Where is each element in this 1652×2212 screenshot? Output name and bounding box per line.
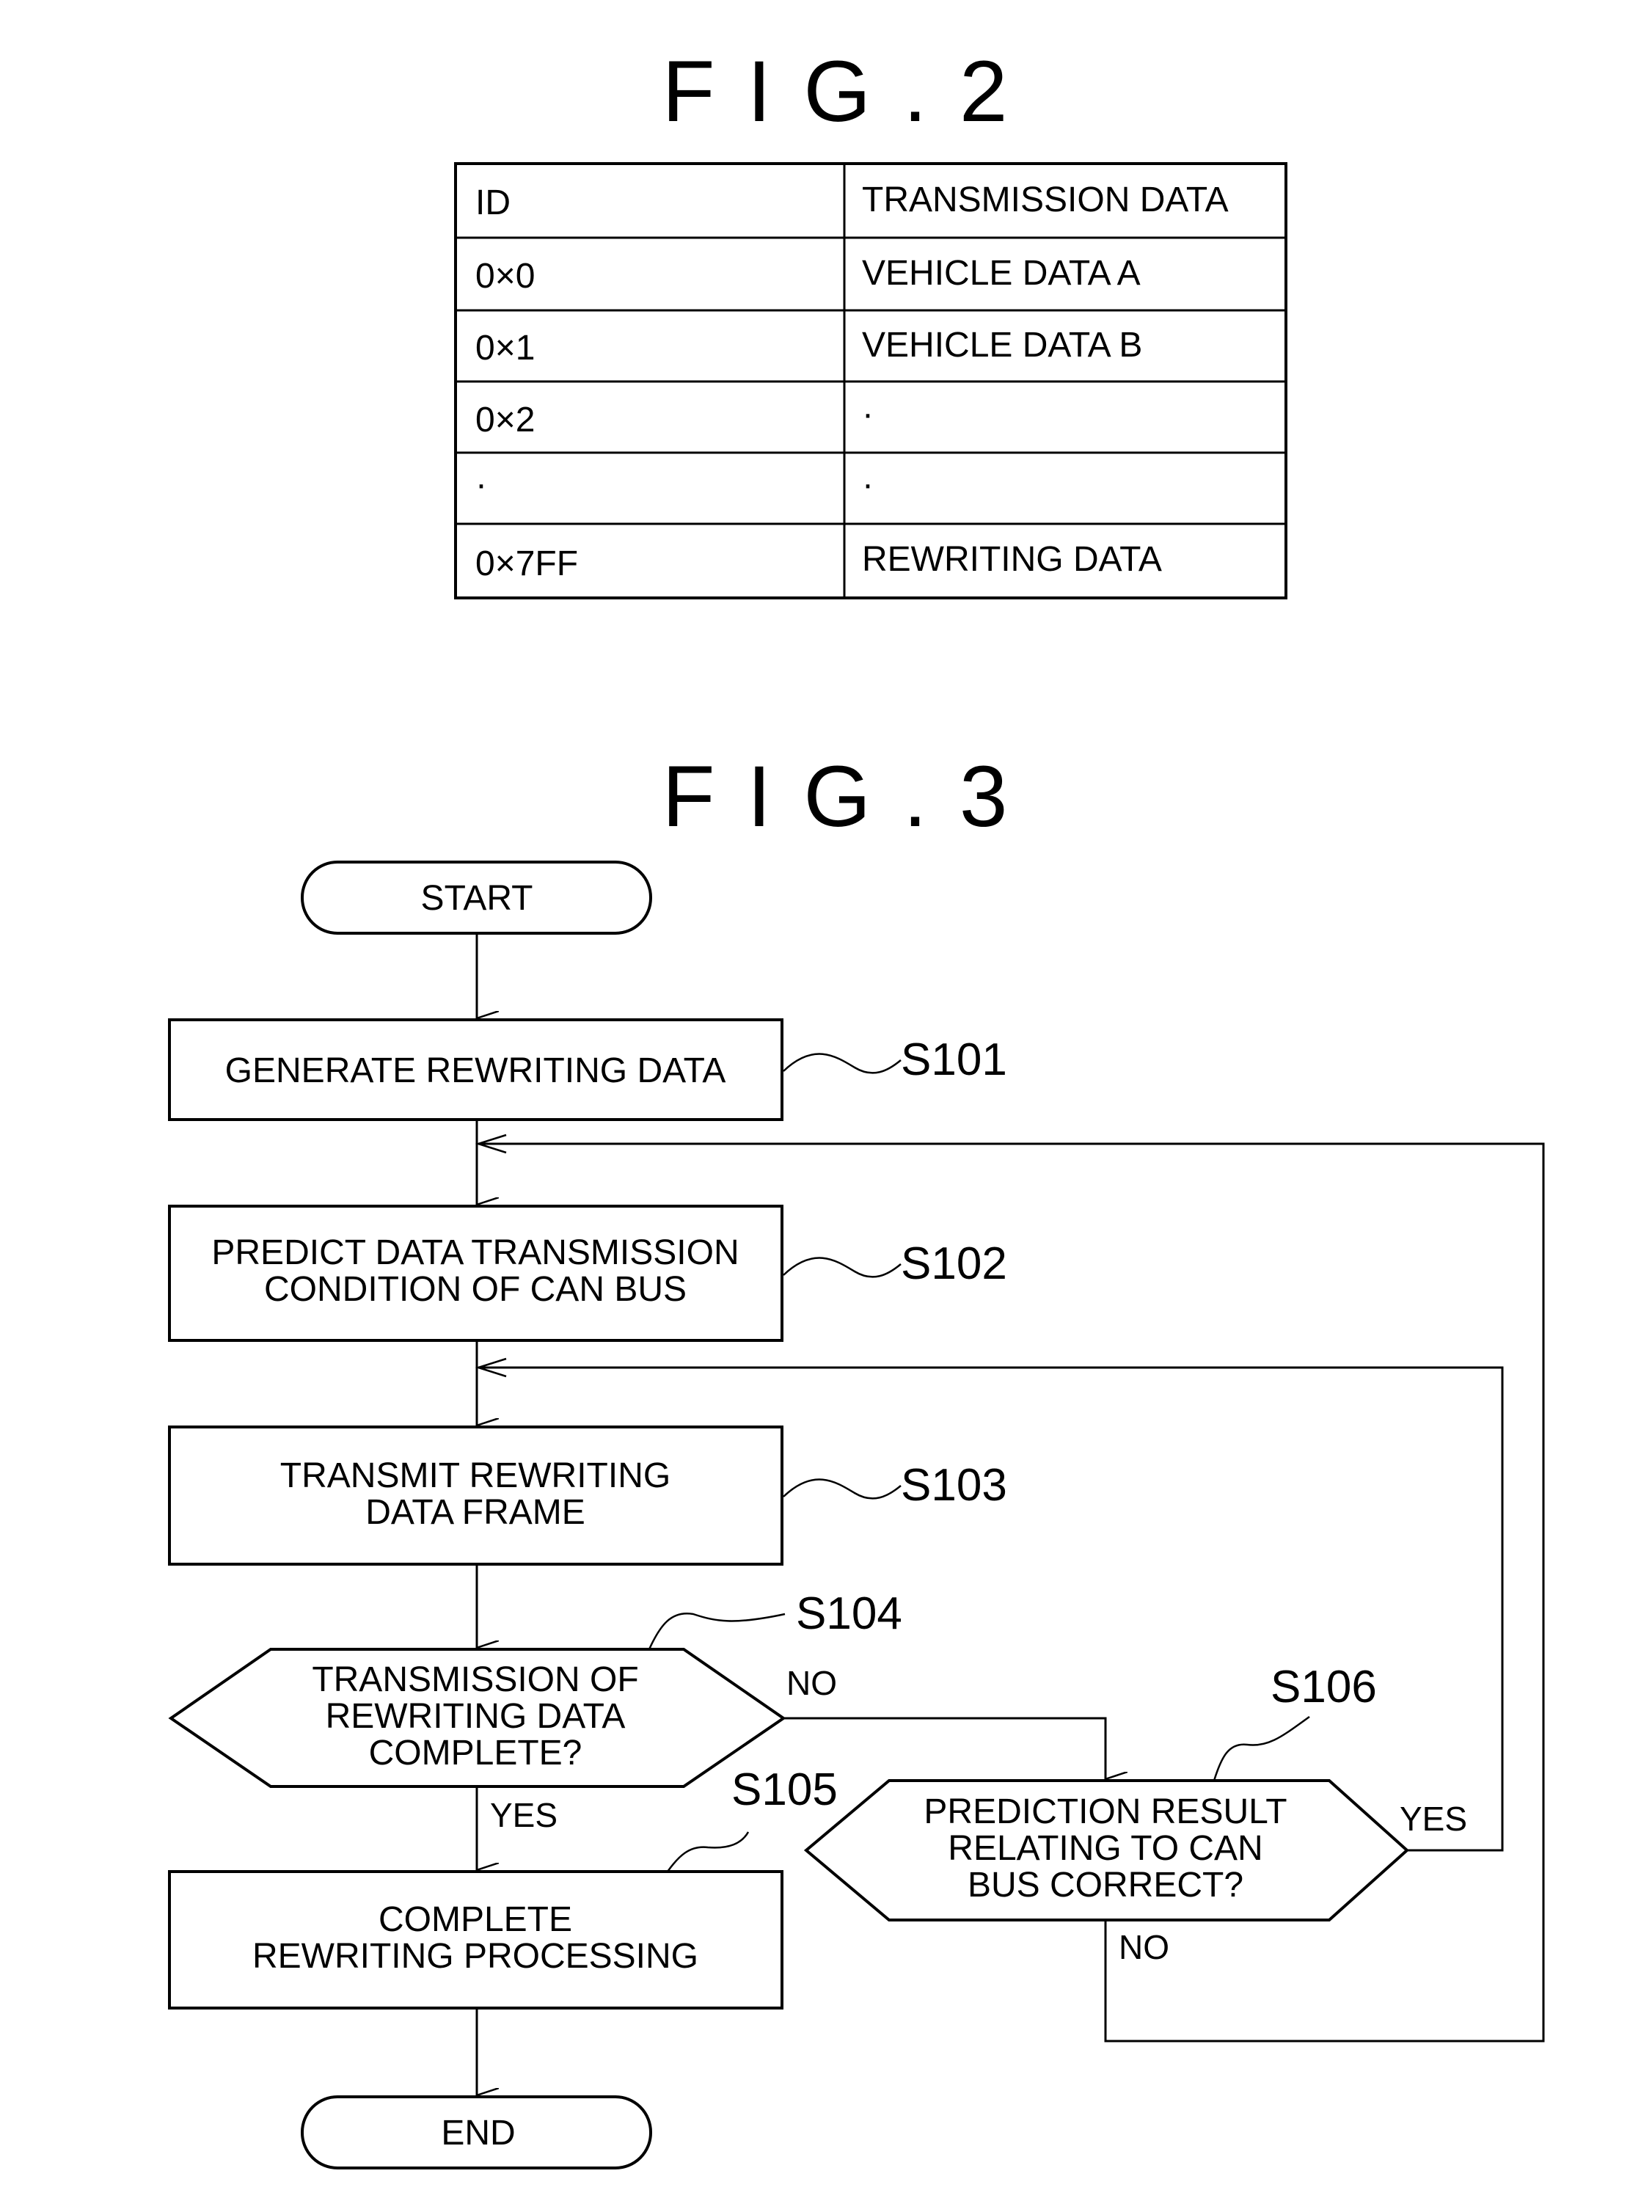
- fig2-title: FIG.2: [662, 43, 1039, 140]
- s102-leader: [783, 1257, 902, 1278]
- s106-text-line1: PREDICTION RESULT: [924, 1792, 1287, 1831]
- s104-leader: [648, 1612, 786, 1650]
- fig2-table: ID TRANSMISSION DATA 0×0 VEHICLE DATA A …: [454, 162, 1287, 599]
- step-s105: COMPLETE REWRITING PROCESSING: [168, 1870, 783, 2010]
- decision-s106: PREDICTION RESULT RELATING TO CAN BUS CO…: [803, 1779, 1409, 1921]
- end-terminator: END: [301, 2095, 652, 2169]
- s104-text-line2: REWRITING DATA: [326, 1697, 626, 1736]
- s106-step-id: S106: [1271, 1662, 1377, 1712]
- s101-step-id: S101: [901, 1034, 1007, 1085]
- s104-step-id: S104: [796, 1588, 902, 1639]
- s103-text-line1: TRANSMIT REWRITING: [280, 1456, 670, 1495]
- s106-no-label: NO: [1119, 1928, 1169, 1966]
- patent-drawing-sheet: FIG.2 ID TRANSMISSION DATA 0×0 VEHICLE D…: [168, 43, 1545, 2169]
- s104-no-label: NO: [786, 1664, 837, 1702]
- step-s102: PREDICT DATA TRANSMISSION CONDITION OF C…: [168, 1205, 783, 1342]
- s101-leader: [783, 1053, 902, 1074]
- table-header-transmission-data: TRANSMISSION DATA: [862, 180, 1229, 219]
- table-header-id: ID: [475, 183, 511, 222]
- start-terminator: START: [301, 861, 652, 935]
- s105-leader: [666, 1831, 750, 1872]
- s106-leader: [1213, 1715, 1310, 1781]
- table-cell-id: 0×1: [475, 329, 535, 368]
- table-cell-id: 0×7FF: [475, 544, 578, 583]
- s103-text-line2: DATA FRAME: [365, 1493, 585, 1532]
- table-cell-id: ·: [475, 465, 487, 504]
- decision-s104: TRANSMISSION OF REWRITING DATA COMPLETE?: [168, 1648, 786, 1788]
- table-cell-data: VEHICLE DATA A: [862, 254, 1141, 293]
- s105-text-line2: REWRITING PROCESSING: [252, 1937, 698, 1976]
- step-s101: GENERATE REWRITING DATA: [168, 1018, 783, 1121]
- s105-text-line1: COMPLETE: [379, 1900, 572, 1939]
- s102-text-line2: CONDITION OF CAN BUS: [264, 1270, 687, 1309]
- s104-text-line1: TRANSMISSION OF: [312, 1660, 638, 1699]
- s106-yes-label: YES: [1400, 1800, 1467, 1838]
- s102-step-id: S102: [901, 1238, 1007, 1289]
- end-label: END: [441, 2114, 515, 2153]
- table-cell-data: VEHICLE DATA B: [862, 326, 1142, 365]
- s102-text-line1: PREDICT DATA TRANSMISSION: [211, 1233, 739, 1272]
- s101-text: GENERATE REWRITING DATA: [225, 1051, 726, 1090]
- start-label: START: [421, 879, 533, 918]
- table-cell-data: REWRITING DATA: [862, 540, 1162, 579]
- s104-yes-label: YES: [490, 1796, 558, 1834]
- fig3-title: FIG.3: [662, 748, 1039, 845]
- step-s103: TRANSMIT REWRITING DATA FRAME: [168, 1426, 783, 1566]
- s105-step-id: S105: [731, 1764, 838, 1815]
- table-cell-id: 0×2: [475, 401, 535, 439]
- s104-text-line3: COMPLETE?: [369, 1734, 582, 1773]
- s106-text-line3: BUS CORRECT?: [968, 1866, 1243, 1905]
- table-cell-data: ·: [862, 395, 874, 434]
- s103-leader: [783, 1478, 902, 1500]
- s103-step-id: S103: [901, 1460, 1007, 1511]
- table-cell-id: 0×0: [475, 257, 535, 296]
- table-cell-data: ·: [862, 465, 874, 504]
- s106-text-line2: RELATING TO CAN: [948, 1829, 1262, 1868]
